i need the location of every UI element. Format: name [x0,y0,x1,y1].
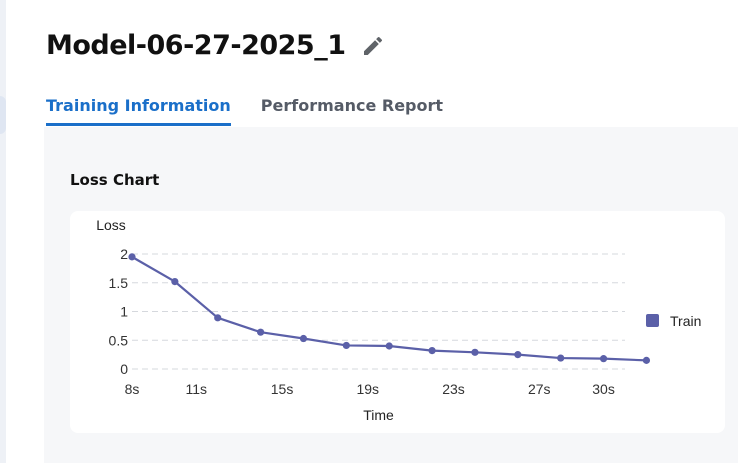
legend-swatch [646,314,659,327]
legend-item-train[interactable]: Train [646,313,701,329]
train-data-point [428,347,436,355]
train-data-point [214,314,222,322]
train-data-point [642,356,651,364]
train-data-point [171,278,179,286]
content-area: Loss Chart 0 0.5 1 1.5 2 8s 11s 15s 19s 23s 27s 30s… [44,127,738,463]
y-tick-label: 0 [120,361,128,377]
loss-chart: 0 0.5 1 1.5 2 8s 11s 15s 19s 23s 27s 30s Loss Time Tra… [96,217,701,423]
legend-label: Train [670,313,701,329]
left-panel-edge [0,0,6,463]
loss-chart-card: 0 0.5 1 1.5 2 8s 11s 15s 19s 23s 27s 30s Loss Time Tra… [70,211,725,433]
x-tick-label: 15s [271,381,294,397]
page-title: Model-06-27-2025_1 [46,30,346,61]
train-data-point [299,334,308,343]
y-tick-label: 2 [120,246,128,262]
page-header: Model-06-27-2025_1 [46,30,386,61]
train-data-point [599,355,608,363]
sidebar-toggle[interactable] [0,96,6,134]
train-data-point [514,351,522,359]
y-axis-label: Loss [96,217,126,233]
tab-performance-report[interactable]: Performance Report [261,96,443,126]
tab-training-information[interactable]: Training Information [46,96,231,126]
y-tick-label: 0.5 [109,332,129,348]
train-data-point [471,348,479,356]
x-tick-label: 8s [125,381,140,397]
train-data-point [257,328,265,336]
x-tick-label: 19s [356,381,379,397]
x-axis-label: Time [363,407,394,423]
x-tick-label: 27s [528,381,551,397]
y-tick-label: 1.5 [109,275,129,291]
train-data-point [557,354,565,362]
y-tick-label: 1 [120,304,128,320]
edit-title-button[interactable] [360,33,386,59]
tab-bar: Training Information Performance Report [46,96,473,126]
section-title: Loss Chart [70,171,160,189]
pencil-icon [363,36,382,55]
train-data-point [385,342,393,350]
train-data-point [342,341,350,350]
train-data-point [128,253,136,261]
x-tick-label: 11s [186,381,208,397]
x-tick-label: 23s [442,381,465,397]
x-tick-label: 30s [592,381,615,397]
